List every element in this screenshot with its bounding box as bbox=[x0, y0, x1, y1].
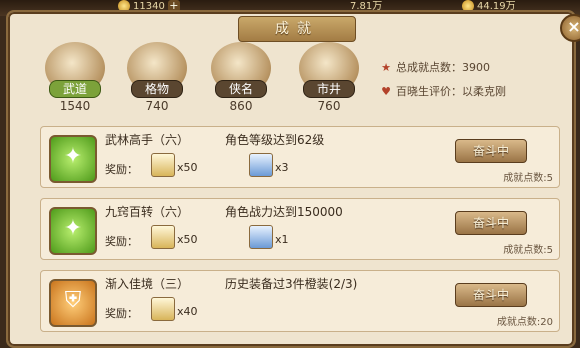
in-progress-button[interactable]: 奋斗中 bbox=[455, 139, 527, 163]
reward-item-icon[interactable] bbox=[151, 153, 175, 177]
achievement-panel: 成就 × 武道 1540 格物 740 侠名 860 市井 760 ★ 总成就点数… bbox=[6, 10, 580, 348]
category-tab-shijing[interactable]: 市井 760 bbox=[296, 42, 362, 113]
reward-qty: x50 bbox=[177, 233, 198, 246]
category-count: 1540 bbox=[59, 99, 91, 113]
reward-qty: x1 bbox=[275, 233, 289, 246]
reward-item-icon[interactable] bbox=[151, 225, 175, 249]
reward-label: 奖励： bbox=[105, 163, 138, 176]
achievement-points: 成就点数:5 bbox=[503, 245, 553, 256]
reward-item-icon[interactable] bbox=[249, 225, 273, 249]
armor-icon: ⛨ bbox=[49, 279, 97, 327]
achievement-row: ⛨ 渐入佳境（三） 历史装备过3件橙装(2/3) 奖励： x40 奋斗中 成就点… bbox=[40, 270, 560, 332]
category-tab-gewu[interactable]: 格物 740 bbox=[124, 42, 190, 113]
achievement-name: 渐入佳境（三） bbox=[105, 277, 190, 291]
reward-item-icon[interactable] bbox=[249, 153, 273, 177]
panel-title: 成就 bbox=[238, 16, 356, 42]
close-button[interactable]: × bbox=[560, 14, 580, 42]
achievement-desc: 角色战力达到150000 bbox=[225, 205, 343, 219]
category-tab-xiaming[interactable]: 侠名 860 bbox=[208, 42, 274, 113]
rating: ♥ 百晓生评价：以柔克刚 bbox=[380, 80, 506, 104]
achievement-points: 成就点数:20 bbox=[496, 317, 553, 328]
category-label: 武道 bbox=[49, 80, 101, 98]
star-icon: ★ bbox=[381, 61, 391, 74]
heart-icon: ♥ bbox=[381, 85, 391, 98]
achievement-row: ✦ 九窍百转（六） 角色战力达到150000 奖励： x50 x1 奋斗中 成就… bbox=[40, 198, 560, 260]
reward-qty: x50 bbox=[177, 161, 198, 174]
achievement-row: ✦ 武林高手（六） 角色等级达到62级 奖励： x50 x3 奋斗中 成就点数:… bbox=[40, 126, 560, 188]
achievement-name: 武林高手（六） bbox=[105, 133, 190, 147]
in-progress-button[interactable]: 奋斗中 bbox=[455, 283, 527, 307]
achievement-desc: 角色等级达到62级 bbox=[225, 133, 325, 147]
achievement-icon: ✦ bbox=[49, 207, 97, 255]
achievement-name: 九窍百转（六） bbox=[105, 205, 190, 219]
category-label: 侠名 bbox=[215, 80, 267, 98]
achievement-points: 成就点数:5 bbox=[503, 173, 553, 184]
category-count: 860 bbox=[229, 99, 253, 113]
reward-qty: x3 bbox=[275, 161, 289, 174]
category-count: 760 bbox=[317, 99, 341, 113]
reward-item-icon[interactable] bbox=[151, 297, 175, 321]
category-label: 市井 bbox=[303, 80, 355, 98]
achievement-icon: ✦ bbox=[49, 135, 97, 183]
achievement-desc: 历史装备过3件橙装(2/3) bbox=[225, 277, 358, 291]
category-label: 格物 bbox=[131, 80, 183, 98]
total-points: ★ 总成就点数：3900 bbox=[380, 56, 506, 80]
reward-label: 奖励： bbox=[105, 307, 138, 320]
category-tab-wudao[interactable]: 武道 1540 bbox=[42, 42, 108, 113]
category-count: 740 bbox=[145, 99, 169, 113]
achievement-summary: ★ 总成就点数：3900 ♥ 百晓生评价：以柔克刚 bbox=[380, 56, 506, 104]
reward-qty: x40 bbox=[177, 305, 198, 318]
in-progress-button[interactable]: 奋斗中 bbox=[455, 211, 527, 235]
reward-label: 奖励： bbox=[105, 235, 138, 248]
